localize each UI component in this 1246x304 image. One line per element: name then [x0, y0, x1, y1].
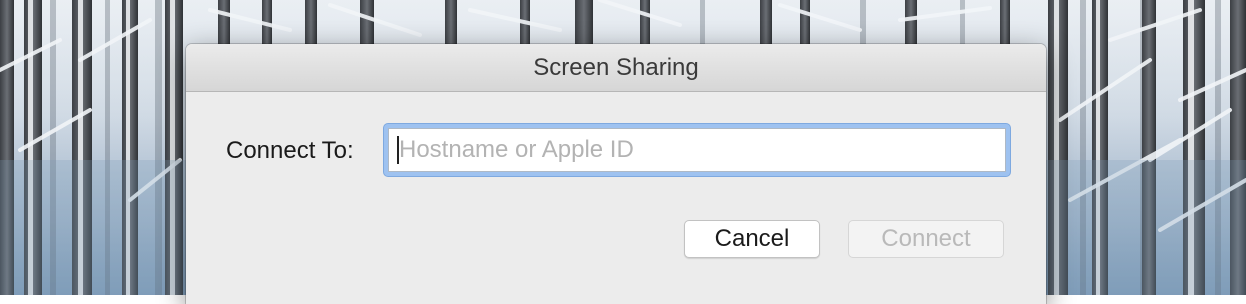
address-field-focus-ring [384, 124, 1010, 176]
dialog-title: Screen Sharing [533, 54, 699, 81]
address-input[interactable] [388, 128, 1006, 172]
screen-sharing-dialog: Screen Sharing Connect To: Cancel Connec… [186, 44, 1046, 304]
connect-to-label: Connect To: [226, 137, 354, 164]
dialog-titlebar[interactable]: Screen Sharing [186, 44, 1046, 92]
connect-button[interactable]: Connect [848, 220, 1004, 258]
dialog-content: Connect To: Cancel Connect [186, 92, 1046, 304]
cancel-button[interactable]: Cancel [684, 220, 820, 258]
text-caret [397, 136, 399, 164]
